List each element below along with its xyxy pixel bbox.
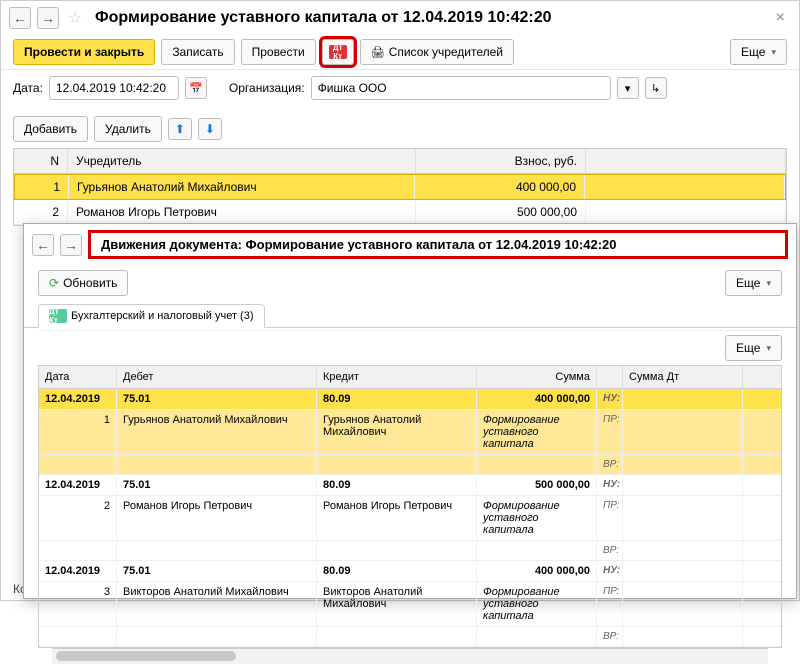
form-row: Дата: 12.04.2019 10:42:20 📅 Организация:… [1, 70, 799, 110]
org-dropdown-button[interactable]: ▾ [617, 77, 639, 99]
sub-more-label: Еще [736, 276, 760, 290]
mh-sum[interactable]: Сумма [477, 366, 597, 388]
refresh-button[interactable]: ⟳ Обновить [38, 270, 128, 296]
movements-header: Дата Дебет Кредит Сумма Сумма Дт [39, 366, 781, 389]
cell-spacer [585, 175, 785, 199]
org-input[interactable]: Фишка ООО [311, 76, 611, 100]
col-founder-header[interactable]: Учредитель [68, 149, 416, 173]
movement-row-subconto[interactable]: 2Романов Игорь ПетровичРоманов Игорь Пет… [39, 496, 781, 541]
sub-more-button[interactable]: Еще ▾ [725, 270, 782, 296]
dtkt-icon: Дт Кт [49, 309, 67, 323]
movement-row-extra[interactable]: ВР: [39, 627, 781, 647]
movements-title: Движения документа: Формирование уставно… [88, 230, 788, 259]
dtkt-icon: Дт Кт [329, 45, 347, 59]
sub-nav-back-button[interactable]: ← [32, 234, 54, 256]
founders-list-label: Список учредителей [389, 45, 503, 59]
more-button[interactable]: Еще ▾ [730, 39, 787, 65]
chevron-down-icon: ▾ [766, 278, 771, 289]
tab-accounting[interactable]: Дт Кт Бухгалтерский и налоговый учет (3) [38, 304, 265, 328]
table-header: N Учредитель Взнос, руб. [14, 149, 786, 174]
titlebar: ← → ☆ Формирование уставного капитала от… [1, 1, 799, 35]
cell-spacer [586, 200, 786, 224]
movement-row-account[interactable]: 12.04.201975.0180.09400 000,00НУ: [39, 561, 781, 582]
horizontal-scrollbar[interactable] [52, 648, 768, 664]
move-up-button[interactable]: ⬆ [168, 118, 192, 140]
moves-more-button[interactable]: Еще ▾ [725, 335, 782, 361]
refresh-icon: ⟳ [49, 276, 59, 290]
nav-back-button[interactable]: ← [9, 7, 31, 29]
post-button[interactable]: Провести [241, 39, 316, 65]
cell-amount: 500 000,00 [416, 200, 586, 224]
movement-row-subconto[interactable]: 1Гурьянов Анатолий МихайловичГурьянов Ан… [39, 410, 781, 455]
mh-date[interactable]: Дата [39, 366, 117, 388]
cell-amount: 400 000,00 [415, 175, 585, 199]
write-button[interactable]: Записать [161, 39, 234, 65]
dtkt-button[interactable]: Дт Кт [322, 39, 354, 65]
movement-row-subconto[interactable]: 3Викторов Анатолий МихайловичВикторов Ан… [39, 582, 781, 627]
chevron-down-icon: ▾ [766, 343, 771, 354]
founders-table: N Учредитель Взнос, руб. 1 Гурьянов Анат… [13, 148, 787, 226]
movement-row-account[interactable]: 12.04.201975.0180.09400 000,00НУ: [39, 389, 781, 410]
window-title: Формирование уставного капитала от 12.04… [95, 9, 764, 27]
mh-kredit[interactable]: Кредит [317, 366, 477, 388]
mh-lbl [597, 366, 623, 388]
org-label: Организация: [229, 81, 305, 95]
movement-row-extra[interactable]: ВР: [39, 455, 781, 475]
date-input[interactable]: 12.04.2019 10:42:20 [49, 76, 179, 100]
movements-table: Дата Дебет Кредит Сумма Сумма Дт 12.04.2… [38, 365, 782, 648]
founders-list-button[interactable]: Список учредителей [360, 39, 514, 65]
delete-button[interactable]: Удалить [94, 116, 162, 142]
col-spacer [586, 149, 786, 173]
main-toolbar: Провести и закрыть Записать Провести Дт … [1, 35, 799, 70]
movement-row-extra[interactable]: ВР: [39, 541, 781, 561]
mh-debet[interactable]: Дебет [117, 366, 317, 388]
move-down-button[interactable]: ⬇ [198, 118, 222, 140]
sub-nav-fwd-button[interactable]: → [60, 234, 82, 256]
org-open-button[interactable]: ↳ [645, 77, 667, 99]
date-label: Дата: [13, 81, 43, 95]
add-button[interactable]: Добавить [13, 116, 88, 142]
cell-n: 2 [14, 200, 68, 224]
tab-strip: Дт Кт Бухгалтерский и налоговый учет (3) [24, 303, 796, 328]
col-n-header[interactable]: N [14, 149, 68, 173]
table-row[interactable]: 2 Романов Игорь Петрович 500 000,00 [14, 200, 786, 225]
print-icon [371, 45, 385, 59]
calendar-button[interactable]: 📅 [185, 77, 207, 99]
moves-more-label: Еще [736, 341, 760, 355]
nav-fwd-button[interactable]: → [37, 7, 59, 29]
movements-window: ← → Движения документа: Формирование уст… [23, 223, 797, 599]
cell-founder: Романов Игорь Петрович [68, 200, 416, 224]
mh-sumdt[interactable]: Сумма Дт [623, 366, 743, 388]
cell-founder: Гурьянов Анатолий Михайлович [69, 175, 415, 199]
grid-toolbar: Добавить Удалить ⬆ ⬇ [1, 110, 799, 148]
close-icon[interactable]: × [770, 9, 791, 27]
favorite-star-icon[interactable]: ☆ [65, 8, 85, 28]
tab-label: Бухгалтерский и налоговый учет (3) [71, 310, 254, 322]
table-row[interactable]: 1 Гурьянов Анатолий Михайлович 400 000,0… [14, 174, 786, 200]
chevron-down-icon: ▾ [771, 47, 776, 58]
post-and-close-button[interactable]: Провести и закрыть [13, 39, 155, 65]
refresh-label: Обновить [63, 276, 117, 290]
col-amount-header[interactable]: Взнос, руб. [416, 149, 586, 173]
cell-n: 1 [15, 175, 69, 199]
more-label: Еще [741, 45, 765, 59]
movement-row-account[interactable]: 12.04.201975.0180.09500 000,00НУ: [39, 475, 781, 496]
